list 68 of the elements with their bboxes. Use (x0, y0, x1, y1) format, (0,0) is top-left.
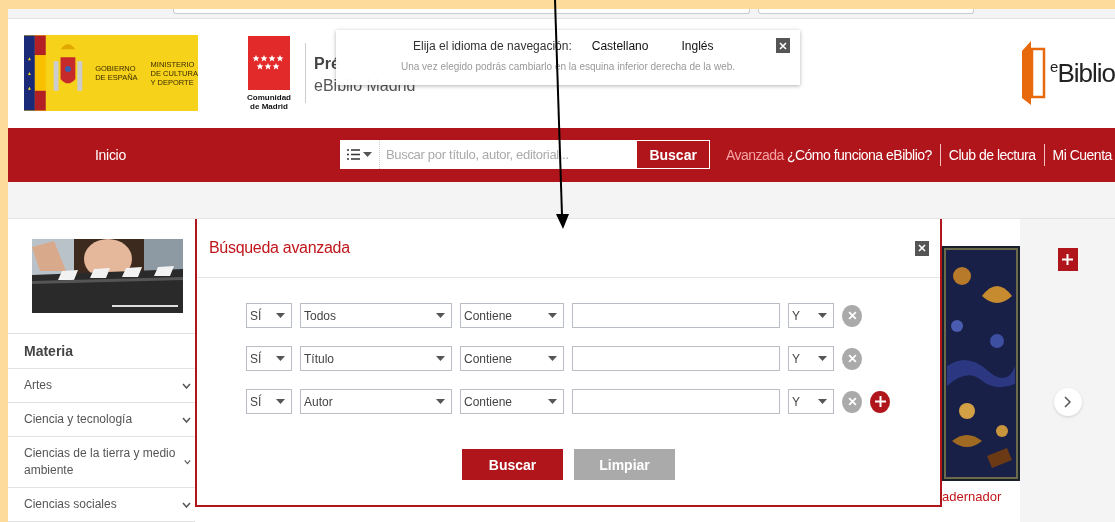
caret-icon (436, 399, 445, 404)
search-term-field[interactable] (572, 389, 780, 414)
chevron-down-icon (182, 416, 191, 423)
search-button[interactable]: Buscar (462, 449, 563, 480)
close-button[interactable] (776, 38, 790, 54)
book-title-link[interactable]: adernador (942, 489, 1020, 504)
search-term-field[interactable] (572, 303, 780, 328)
caret-icon (362, 152, 372, 158)
nav-link[interactable]: Mi Cuenta (1052, 146, 1112, 163)
add-button[interactable] (1057, 248, 1078, 271)
field-select[interactable]: Título (300, 346, 452, 371)
nav-link[interactable]: Club de lectura (948, 146, 1036, 163)
plus-icon (1062, 254, 1073, 265)
search-term-field[interactable] (572, 346, 780, 371)
field-select[interactable]: Todos (300, 303, 452, 328)
close-icon (918, 244, 926, 252)
language-option[interactable]: Castellano (591, 38, 649, 53)
caret-icon (548, 356, 557, 361)
dialog-title: Búsqueda avanzada (209, 239, 350, 257)
operator-select[interactable]: Contiene (460, 346, 564, 371)
add-row-button[interactable] (870, 390, 890, 413)
sidebar-heading: Materia (24, 343, 74, 359)
next-button[interactable] (1053, 388, 1082, 416)
language-option[interactable]: Inglés (681, 38, 714, 53)
caret-icon (818, 399, 827, 404)
caret-icon (818, 313, 827, 318)
chevron-down-icon (182, 382, 191, 389)
list-icon (346, 149, 360, 161)
stars-emblem-icon (248, 35, 290, 90)
caret-icon (436, 356, 445, 361)
caret-icon (276, 399, 285, 404)
logo-text: Comunidad de Madrid (247, 92, 291, 111)
brand-logo-text: $^{e}$Biblio (1050, 57, 1115, 89)
connector-select[interactable]: Y (788, 346, 834, 371)
negation-select[interactable]: SÍ (246, 346, 292, 371)
chevron-right-icon (1064, 396, 1071, 408)
negation-select[interactable]: SÍ (246, 389, 292, 414)
caret-icon (276, 356, 285, 361)
nav-link[interactable]: Inicio (95, 146, 126, 163)
caret-icon (548, 399, 557, 404)
close-icon (847, 311, 857, 320)
chevron-down-icon (182, 501, 191, 508)
search-type-dropdown[interactable] (339, 140, 380, 170)
chevron-down-icon (184, 459, 191, 465)
close-icon (847, 354, 857, 363)
close-icon (779, 41, 787, 50)
site-subtitle: eBiblio Madrid (314, 77, 416, 96)
nav-link[interactable]: ¿Cómo funciona eBiblio? (786, 146, 932, 163)
close-icon (847, 397, 857, 406)
caret-icon (276, 313, 285, 318)
search-button[interactable]: Buscar (636, 140, 710, 170)
caret-icon (818, 356, 827, 361)
caret-icon (436, 313, 445, 318)
negation-select[interactable]: SÍ (246, 303, 292, 328)
remove-row-button[interactable] (842, 390, 862, 413)
close-button[interactable] (915, 240, 929, 256)
operator-select[interactable]: Contiene (460, 303, 564, 328)
connector-select[interactable]: Y (788, 303, 834, 328)
connector-select[interactable]: Y (788, 389, 834, 414)
caret-icon (548, 313, 557, 318)
remove-row-button[interactable] (842, 304, 862, 327)
site-title: Pré (314, 55, 340, 74)
sidebar-item[interactable]: Ciencias sociales (8, 488, 195, 522)
operator-select[interactable]: Contiene (460, 389, 564, 414)
nav-link[interactable]: Avanzada (725, 146, 784, 163)
field-select[interactable]: Autor (300, 389, 452, 414)
plus-icon (874, 396, 886, 407)
remove-row-button[interactable] (842, 347, 862, 370)
